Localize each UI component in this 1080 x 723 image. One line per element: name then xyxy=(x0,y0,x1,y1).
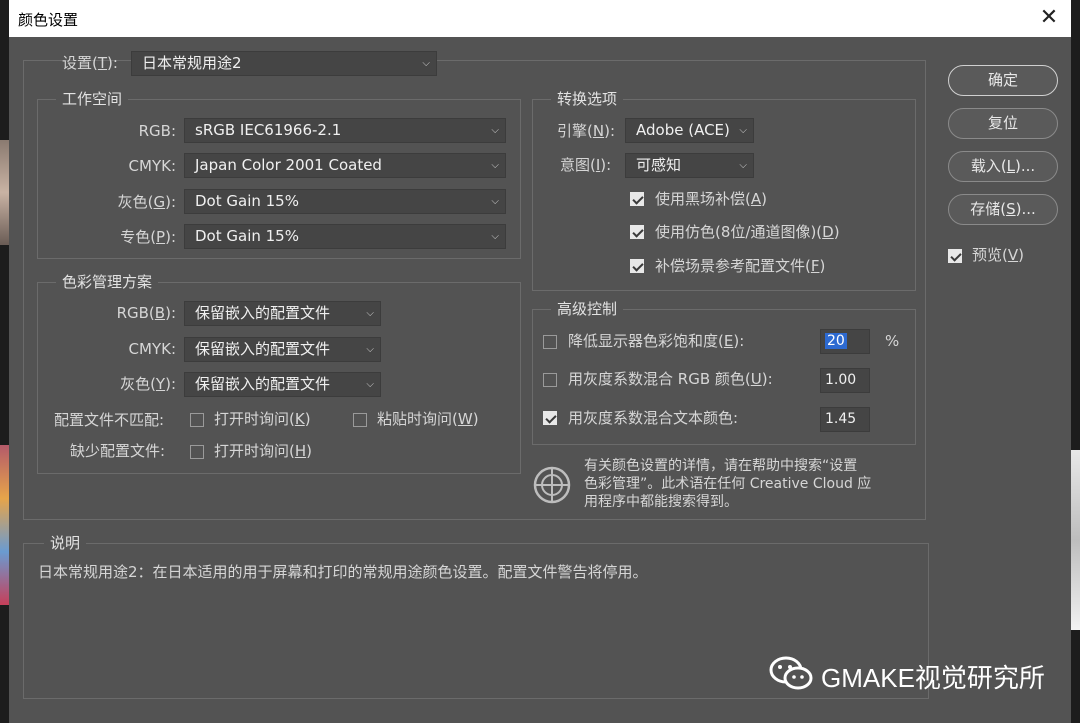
background-document xyxy=(1070,450,1080,630)
info-text-line1: 有关颜色设置的详情，请在帮助中搜索“设置 xyxy=(584,458,858,474)
conversion-options-group: 转换选项 引擎(N): Adobe (ACE) ⌵ 意图(I): 可感知 ⌵ 使… xyxy=(532,89,916,291)
chevron-down-icon: ⌵ xyxy=(491,160,499,171)
blend-text-gamma-label[interactable]: 用灰度系数混合文本颜色: xyxy=(568,408,738,428)
settings-label: 设置(T): xyxy=(62,54,118,72)
profile-mismatch-label: 配置文件不匹配: xyxy=(54,411,165,429)
settings-panel: 设置(T): 日本常规用途2 ⌵ 工作空间 RGB: sRGB IEC61966… xyxy=(23,51,926,520)
blend-rgb-gamma-label[interactable]: 用灰度系数混合 RGB 颜色(U): xyxy=(568,369,773,389)
gray-workspace-select[interactable]: Dot Gain 15% ⌵ xyxy=(184,189,506,214)
engine-value: Adobe (ACE) xyxy=(636,121,730,139)
info-text-line3: 用程序中都能搜索得到。 xyxy=(584,494,738,510)
rgb-workspace-value: sRGB IEC61966-2.1 xyxy=(195,121,342,139)
working-spaces-group: 工作空间 RGB: sRGB IEC61966-2.1 ⌵ CMYK: Japa… xyxy=(37,89,521,259)
conversion-options-title: 转换选项 xyxy=(551,89,624,109)
color-settings-info-icon xyxy=(531,464,573,506)
blend-rgb-gamma-checkbox[interactable] xyxy=(543,373,557,387)
ok-button[interactable]: 确定 xyxy=(948,65,1058,96)
cmyk-policy-value: 保留嵌入的配置文件 xyxy=(195,340,331,358)
spot-workspace-label: 专色(P): xyxy=(120,228,176,246)
wechat-icon xyxy=(769,656,813,690)
intent-label: 意图(I): xyxy=(560,156,612,174)
chevron-down-icon: ⌵ xyxy=(491,125,499,136)
info-text-line2: 色彩管理”。此术语在任何 Creative Cloud 应 xyxy=(584,476,872,492)
spot-workspace-value: Dot Gain 15% xyxy=(195,227,299,245)
missing-ask-when-opening-label[interactable]: 打开时询问(H) xyxy=(214,441,312,461)
blend-text-gamma-input[interactable]: 1.45 xyxy=(820,407,870,432)
use-dither-checkbox[interactable] xyxy=(630,225,644,239)
rgb-workspace-select[interactable]: sRGB IEC61966-2.1 ⌵ xyxy=(184,118,506,143)
settings-preset-select[interactable]: 日本常规用途2 ⌵ xyxy=(131,51,437,76)
watermark: GMAKE视觉研究所 xyxy=(769,655,1059,695)
ask-when-opening-checkbox[interactable] xyxy=(190,413,204,427)
rgb-workspace-label: RGB: xyxy=(138,122,176,140)
chevron-down-icon: ⌵ xyxy=(491,196,499,207)
black-point-compensation-checkbox[interactable] xyxy=(630,192,644,206)
engine-select[interactable]: Adobe (ACE) ⌵ xyxy=(625,118,754,143)
intent-select[interactable]: 可感知 ⌵ xyxy=(625,153,754,178)
color-policies-group: 色彩管理方案 RGB(B): 保留嵌入的配置文件 ⌵ CMYK: 保留嵌入的配置… xyxy=(37,272,521,474)
rgb-policy-select[interactable]: 保留嵌入的配置文件 ⌵ xyxy=(184,301,381,326)
intent-value: 可感知 xyxy=(636,156,682,174)
blend-text-gamma-checkbox[interactable] xyxy=(543,411,557,425)
desaturate-monitor-checkbox[interactable] xyxy=(543,335,557,349)
desaturate-amount-input[interactable]: 20 xyxy=(820,329,870,354)
settings-preset-value: 日本常规用途2 xyxy=(142,54,242,72)
missing-ask-when-opening-checkbox[interactable] xyxy=(190,445,204,459)
advanced-controls-group: 高级控制 降低显示器色彩饱和度(E): 20 % 用灰度系数混合 RGB 颜色(… xyxy=(532,299,916,445)
cmyk-workspace-select[interactable]: Japan Color 2001 Coated ⌵ xyxy=(184,153,506,178)
working-spaces-title: 工作空间 xyxy=(56,89,129,109)
preview-label[interactable]: 预览(V) xyxy=(972,245,1024,265)
rgb-policy-value: 保留嵌入的配置文件 xyxy=(195,304,331,322)
ask-when-pasting-label[interactable]: 粘贴时询问(W) xyxy=(377,409,479,429)
chevron-down-icon: ⌵ xyxy=(491,231,499,242)
color-settings-dialog: 颜色设置 ✕ 设置(T): 日本常规用途2 ⌵ 工作空间 RGB: sRGB I… xyxy=(9,0,1071,723)
blend-rgb-gamma-input[interactable]: 1.00 xyxy=(820,368,870,393)
save-button[interactable]: 存储(S)... xyxy=(948,194,1058,225)
chevron-down-icon: ⌵ xyxy=(366,344,374,355)
chevron-down-icon: ⌵ xyxy=(739,125,747,136)
color-policies-title: 色彩管理方案 xyxy=(56,272,159,292)
dialog-titlebar: 颜色设置 ✕ xyxy=(9,0,1071,37)
chevron-down-icon: ⌵ xyxy=(422,58,430,69)
desaturate-monitor-label[interactable]: 降低显示器色彩饱和度(E): xyxy=(568,331,744,351)
reset-button[interactable]: 复位 xyxy=(948,108,1058,139)
cmyk-workspace-value: Japan Color 2001 Coated xyxy=(195,156,382,174)
advanced-controls-title: 高级控制 xyxy=(551,299,624,319)
description-title: 说明 xyxy=(44,533,87,553)
use-dither-label[interactable]: 使用仿色(8位/通道图像)(D) xyxy=(655,222,840,242)
load-button[interactable]: 载入(L)... xyxy=(948,151,1058,182)
description-text: 日本常规用途2：在日本适用的用于屏幕和打印的常规用途颜色设置。配置文件警告将停用… xyxy=(38,563,648,581)
gray-policy-value: 保留嵌入的配置文件 xyxy=(195,375,331,393)
spot-workspace-select[interactable]: Dot Gain 15% ⌵ xyxy=(184,224,506,249)
gray-policy-label: 灰色(Y): xyxy=(120,375,176,393)
cmyk-policy-select[interactable]: 保留嵌入的配置文件 ⌵ xyxy=(184,337,381,362)
chevron-down-icon: ⌵ xyxy=(366,308,374,319)
watermark-text: GMAKE视觉研究所 xyxy=(821,663,1045,693)
black-point-compensation-label[interactable]: 使用黑场补偿(A) xyxy=(655,189,767,209)
close-icon[interactable]: ✕ xyxy=(1037,6,1061,30)
preview-checkbox[interactable] xyxy=(948,249,962,263)
chevron-down-icon: ⌵ xyxy=(739,160,747,171)
cmyk-workspace-label: CMYK: xyxy=(128,157,176,175)
desaturate-amount-value: 20 xyxy=(825,333,847,349)
ask-when-pasting-checkbox[interactable] xyxy=(353,413,367,427)
gray-policy-select[interactable]: 保留嵌入的配置文件 ⌵ xyxy=(184,372,381,397)
cmyk-policy-label: CMYK: xyxy=(128,340,176,358)
rgb-policy-label: RGB(B): xyxy=(116,304,176,322)
gray-workspace-label: 灰色(G): xyxy=(117,193,176,211)
compensate-scene-profiles-label[interactable]: 补偿场景参考配置文件(F) xyxy=(655,256,825,276)
gray-workspace-value: Dot Gain 15% xyxy=(195,192,299,210)
percent-unit: % xyxy=(885,332,900,350)
chevron-down-icon: ⌵ xyxy=(366,379,374,390)
dialog-title: 颜色设置 xyxy=(18,11,79,29)
engine-label: 引擎(N): xyxy=(557,122,615,140)
compensate-scene-profiles-checkbox[interactable] xyxy=(630,259,644,273)
ask-when-opening-label[interactable]: 打开时询问(K) xyxy=(214,409,311,429)
missing-profiles-label: 缺少配置文件: xyxy=(70,442,166,460)
